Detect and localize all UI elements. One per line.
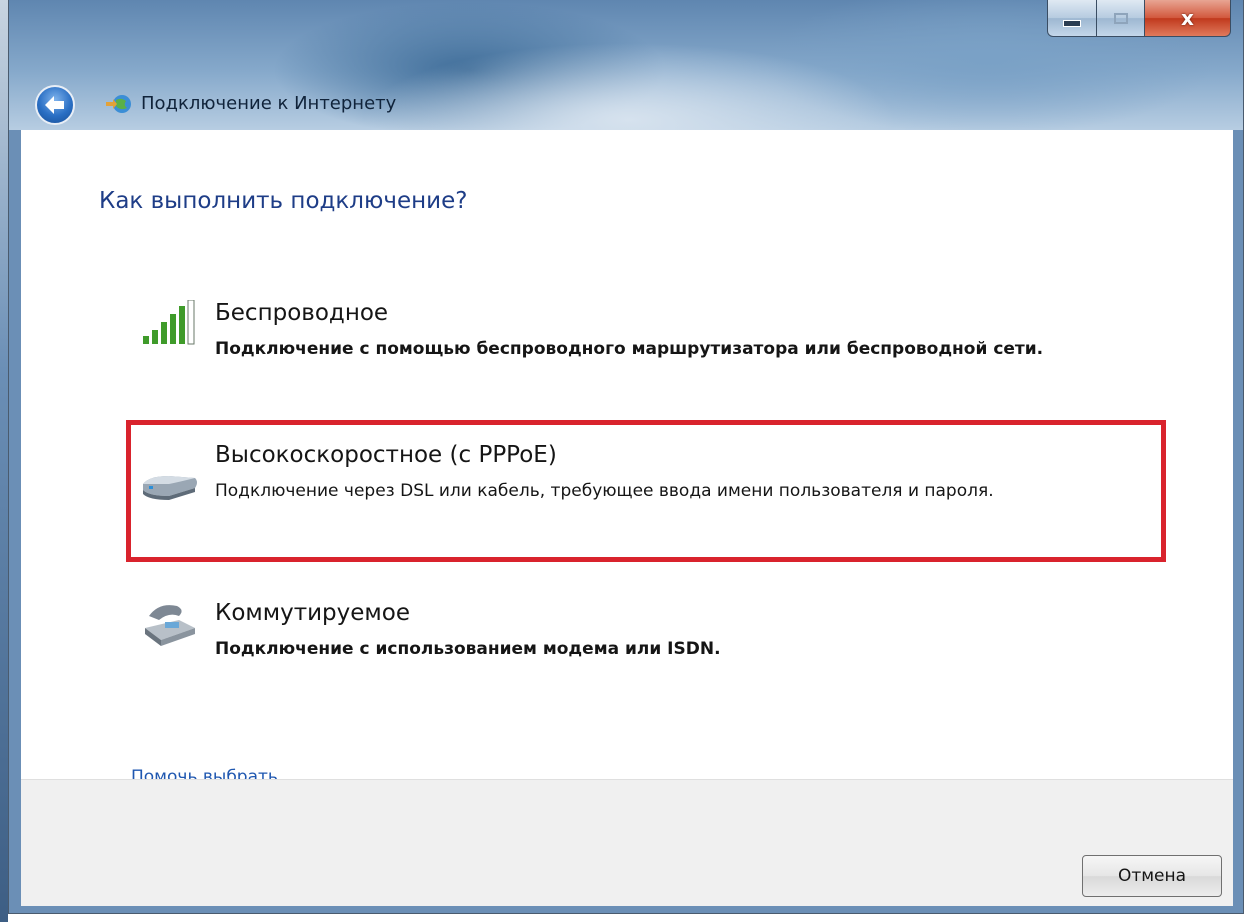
window-controls: x	[1047, 0, 1231, 38]
option-dialup-title: Коммутируемое	[215, 600, 410, 626]
window-title: Подключение к Интернету	[141, 93, 397, 114]
back-button[interactable]	[35, 85, 75, 125]
close-icon: x	[1181, 6, 1194, 30]
cancel-button[interactable]: Отмена	[1082, 855, 1222, 897]
minimize-button[interactable]	[1047, 0, 1097, 37]
network-globe-icon	[106, 95, 131, 113]
content-area: Как выполнить подключение? Беспроводное …	[21, 130, 1233, 787]
back-arrow-icon	[45, 96, 64, 114]
minimize-icon	[1063, 19, 1081, 27]
dialup-phone-icon	[145, 605, 195, 646]
option-dialup-description: Подключение с использованием модема или …	[215, 639, 721, 659]
option-dialup[interactable]: Коммутируемое Подключение с использовани…	[21, 598, 1233, 698]
page-heading: Как выполнить подключение?	[99, 188, 468, 214]
wireless-signal-icon	[143, 300, 195, 345]
option-wireless[interactable]: Беспроводное Подключение с помощью беспр…	[21, 298, 1233, 398]
option-wireless-title: Беспроводное	[215, 300, 389, 326]
maximize-icon	[1113, 12, 1128, 24]
maximize-button[interactable]	[1097, 0, 1145, 37]
highlight-frame	[126, 420, 1166, 562]
desktop-edge	[0, 0, 8, 922]
dialog-footer	[21, 779, 1233, 906]
close-button[interactable]: x	[1145, 0, 1231, 37]
dialog-window: x Подключение к Интернету Как выполнить …	[8, 0, 1244, 914]
title-bar[interactable]: x Подключение к Интернету	[9, 0, 1243, 130]
option-wireless-description: Подключение с помощью беспроводного марш…	[215, 339, 1044, 359]
